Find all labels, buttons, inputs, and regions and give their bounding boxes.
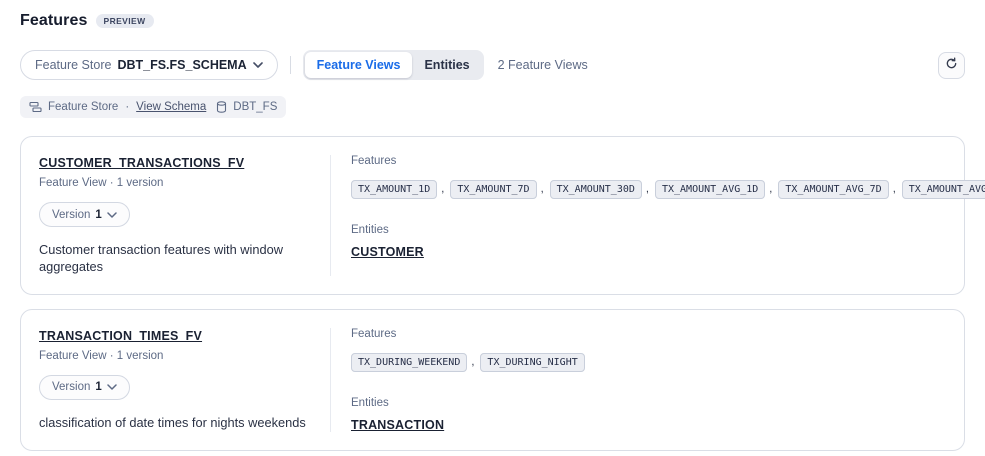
entity-link[interactable]: TRANSACTION (351, 418, 444, 432)
toolbar-divider (290, 56, 291, 74)
breadcrumb-separator: · (125, 101, 129, 113)
feature-view-card: CUSTOMER_TRANSACTIONS_FV Feature View · … (20, 136, 965, 295)
refresh-icon (945, 57, 958, 73)
entities-section: Entities CUSTOMER (351, 224, 951, 259)
card-detail-column: Features TX_DURING_WEEKEND, TX_DURING_NIG… (331, 328, 946, 432)
feature-chip-list: TX_DURING_WEEKEND, TX_DURING_NIGHT (351, 348, 946, 375)
breadcrumb-database-name: DBT_FS (233, 101, 277, 113)
refresh-button[interactable] (938, 52, 965, 79)
feature-chip-list: TX_AMOUNT_1D, TX_AMOUNT_7D, TX_AMOUNT_30D,… (351, 175, 951, 202)
chip-separator: , (646, 183, 649, 195)
chip-separator: , (769, 183, 772, 195)
chip-separator: , (441, 183, 444, 195)
chip-separator: , (471, 356, 474, 368)
entities-section-label: Entities (351, 224, 951, 236)
entities-section: Entities TRANSACTION (351, 397, 946, 432)
feature-view-subtitle: Feature View · 1 version (39, 350, 314, 362)
feature-chip: TX_AMOUNT_AVG_30D (902, 180, 985, 199)
feature-view-title-link[interactable]: CUSTOMER_TRANSACTIONS_FV (39, 156, 244, 170)
feature-view-description: Customer transaction features with windo… (39, 241, 314, 276)
features-section-label: Features (351, 155, 951, 167)
chip-separator: , (893, 183, 896, 195)
chevron-down-icon (107, 212, 117, 218)
feature-chip: TX_AMOUNT_7D (450, 180, 536, 199)
card-summary-column: TRANSACTION_TIMES_FV Feature View · 1 ve… (39, 328, 331, 432)
feature-chip: TX_AMOUNT_AVG_1D (655, 180, 765, 199)
entities-section-label: Entities (351, 397, 946, 409)
feature-views-count: 2 Feature Views (498, 58, 588, 72)
version-dropdown[interactable]: Version 1 (39, 202, 130, 227)
version-value: 1 (95, 209, 101, 221)
database-icon (216, 101, 227, 113)
feature-chip: TX_DURING_NIGHT (480, 353, 584, 372)
feature-store-selector-label: Feature Store (35, 58, 111, 72)
feature-view-subtitle: Feature View · 1 version (39, 177, 314, 189)
features-section-label: Features (351, 328, 946, 340)
preview-badge: PREVIEW (96, 14, 154, 29)
version-label: Version (52, 209, 90, 221)
breadcrumb-store-label: Feature Store (48, 101, 118, 113)
version-label: Version (52, 381, 90, 393)
card-detail-column: Features TX_AMOUNT_1D,TX_AMOUNT_7D,TX_AM… (331, 155, 951, 276)
features-page: Features PREVIEW Feature Store DBT_FS.FS… (0, 0, 985, 451)
feature-store-icon (29, 101, 42, 113)
feature-chip: TX_AMOUNT_1D (351, 180, 437, 199)
tab-entities[interactable]: Entities (412, 52, 481, 78)
feature-chip: TX_AMOUNT_AVG_7D (778, 180, 888, 199)
feature-store-selector[interactable]: Feature Store DBT_FS.FS_SCHEMA (20, 50, 278, 80)
breadcrumb: Feature Store · View Schema DBT_FS (20, 96, 286, 118)
view-schema-link[interactable]: View Schema (136, 101, 206, 113)
chevron-down-icon (253, 62, 263, 68)
entity-link[interactable]: CUSTOMER (351, 245, 424, 259)
chip-separator: , (541, 183, 544, 195)
feature-store-selector-value: DBT_FS.FS_SCHEMA (117, 58, 246, 72)
tab-group: Feature Views Entities (303, 50, 484, 80)
feature-chip: TX_AMOUNT_30D (550, 180, 642, 199)
feature-view-description: classification of date times for nights … (39, 414, 314, 431)
feature-view-card: TRANSACTION_TIMES_FV Feature View · 1 ve… (20, 309, 965, 451)
chevron-down-icon (107, 384, 117, 390)
page-title: Features (20, 12, 88, 30)
page-header: Features PREVIEW (20, 12, 965, 30)
feature-view-title-link[interactable]: TRANSACTION_TIMES_FV (39, 329, 202, 343)
version-value: 1 (95, 381, 101, 393)
card-summary-column: CUSTOMER_TRANSACTIONS_FV Feature View · … (39, 155, 331, 276)
version-dropdown[interactable]: Version 1 (39, 375, 130, 400)
tab-feature-views[interactable]: Feature Views (305, 52, 413, 78)
toolbar: Feature Store DBT_FS.FS_SCHEMA Feature V… (20, 50, 965, 80)
feature-chip: TX_DURING_WEEKEND (351, 353, 467, 372)
